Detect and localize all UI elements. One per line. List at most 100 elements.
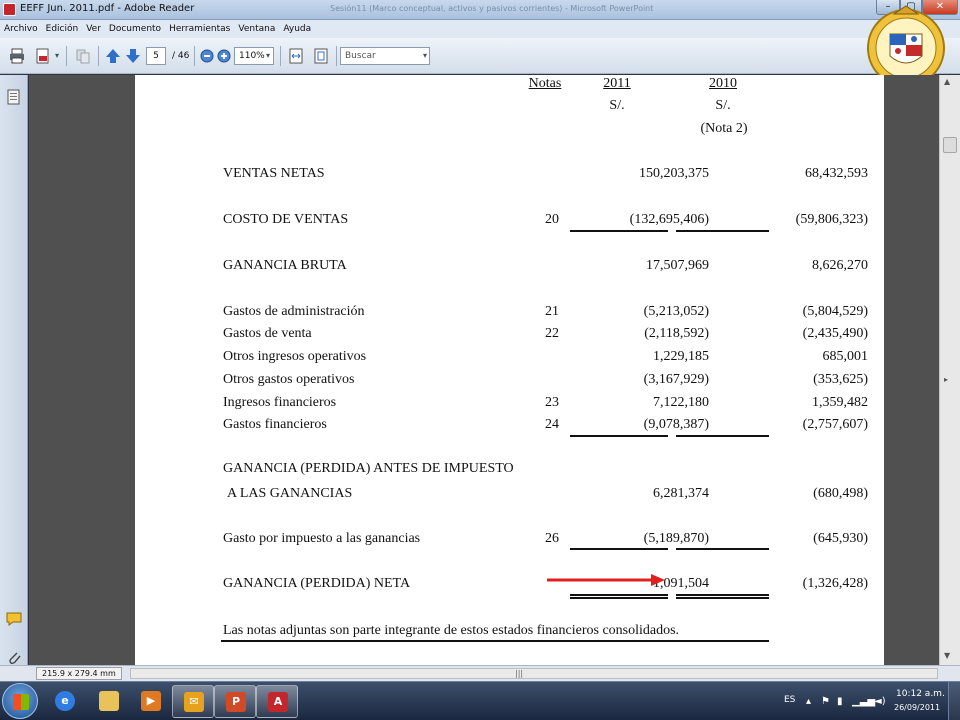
scroll-up-icon[interactable]: ▲ (944, 77, 950, 86)
scroll-down-icon[interactable]: ▼ (944, 651, 950, 660)
media-player-icon: ▶ (141, 691, 161, 711)
volume-icon[interactable]: ◄) (874, 696, 886, 707)
row-label: Ingresos financieros (223, 395, 337, 410)
action-center-flag-icon[interactable]: ⚑ (821, 696, 830, 707)
next-page-icon[interactable] (124, 47, 142, 65)
menu-documento[interactable]: Documento (109, 24, 161, 34)
row-label: VENTAS NETAS (223, 166, 325, 181)
footnote: Las notas adjuntas son parte integrante … (223, 623, 680, 638)
adobe-reader-taskbar-icon: A (268, 692, 288, 712)
toolbar: ▾ 5 / 46 110% ▾ Buscar ▾ (0, 38, 960, 74)
row-value-2010: (2,757,607) (802, 417, 868, 432)
row-value-2011: 7,122,180 (653, 395, 709, 410)
clock-date[interactable]: 26/09/2011 (894, 703, 940, 712)
menu-herramientas[interactable]: Herramientas (169, 24, 230, 34)
language-indicator[interactable]: ES (784, 695, 795, 705)
row-note: 23 (545, 395, 559, 410)
row-value-2011: 1,229,185 (653, 349, 709, 364)
header-notas: Notas (528, 76, 562, 91)
previous-page-icon[interactable] (104, 47, 122, 65)
row-value-2010: 68,432,593 (805, 166, 868, 181)
menu-bar: Archivo Edición Ver Documento Herramient… (0, 20, 960, 38)
row-value-2010: (680,498) (813, 486, 868, 501)
clock-time[interactable]: 10:12 a.m. (896, 689, 945, 699)
row-note: 26 (545, 531, 559, 546)
row-label: Gasto por impuesto a las ganancias (223, 531, 421, 546)
row-value-2011: 6,281,374 (653, 486, 709, 501)
comments-icon[interactable] (6, 611, 22, 629)
taskbar-outlook[interactable]: ✉ (172, 685, 214, 718)
total-double-rule (570, 594, 668, 599)
menu-ventana[interactable]: Ventana (238, 24, 275, 34)
battery-icon[interactable]: ▮ (837, 696, 843, 707)
header-2011: 2011 (603, 76, 631, 91)
print-icon[interactable] (8, 47, 26, 65)
menu-ver[interactable]: Ver (86, 24, 101, 34)
row-value-2010: (353,625) (813, 372, 868, 387)
pages-panel-icon[interactable] (6, 89, 22, 107)
row-value-2011: 17,507,969 (646, 258, 709, 273)
zoom-out-icon[interactable] (198, 47, 216, 65)
row-value-2011: (5,189,870) (643, 531, 709, 546)
document-view[interactable]: Notas 2011 2010 S/. S/. (Nota 2) VENTAS … (29, 75, 939, 665)
menu-ayuda[interactable]: Ayuda (283, 24, 311, 34)
taskbar-media-player[interactable]: ▶ (130, 685, 172, 718)
start-button[interactable] (2, 683, 38, 719)
header-currency-2011: S/. (609, 98, 625, 113)
page-size-readout: 215.9 x 279.4 mm (36, 667, 122, 680)
row-value-2011: (3,167,929) (643, 372, 709, 387)
row-value-2010: (645,930) (813, 531, 868, 546)
row-value-2010: (1,326,428) (802, 576, 868, 591)
network-signal-icon[interactable]: ▁▃▅ (852, 696, 875, 707)
menu-edicion[interactable]: Edición (46, 24, 79, 34)
row-note: 21 (545, 304, 559, 319)
page-number-input[interactable]: 5 (146, 47, 166, 65)
horizontal-scrollbar[interactable]: ||| (130, 668, 938, 679)
search-chevron-down-icon[interactable]: ▾ (420, 47, 430, 65)
taskbar-internet-explorer[interactable]: e (44, 685, 86, 718)
background-window-title: Sesión11 (Marco conceptual, activos y pa… (330, 4, 654, 13)
show-hidden-icons-icon[interactable]: ▴ (806, 696, 811, 707)
internet-explorer-icon: e (55, 691, 75, 711)
row-value-2011: (9,078,387) (643, 417, 709, 432)
row-value-2011: (132,695,406) (629, 212, 709, 227)
red-arrow-annotation (547, 574, 665, 586)
subtotal-rule (570, 230, 668, 232)
pdf-page: Notas 2011 2010 S/. S/. (Nota 2) VENTAS … (135, 75, 884, 665)
row-value-2010: (5,804,529) (802, 304, 868, 319)
row-note: 22 (545, 326, 559, 341)
zoom-chevron-down-icon[interactable]: ▾ (264, 47, 272, 65)
row-note: 20 (545, 212, 559, 227)
row-label: Otros ingresos operativos (223, 349, 367, 364)
taskbar-adobe-reader[interactable]: A (256, 685, 298, 718)
row-label: Gastos de venta (223, 326, 312, 341)
share-icon[interactable] (74, 47, 92, 65)
folder-icon (99, 691, 119, 711)
row-label: GANANCIA (PERDIDA) ANTES DE IMPUESTO (223, 461, 514, 476)
row-label: Gastos de administración (223, 304, 365, 319)
search-input[interactable]: Buscar (340, 47, 430, 65)
status-bar: 215.9 x 279.4 mm ||| (0, 665, 960, 681)
row-value-2011: 150,203,375 (639, 166, 709, 181)
header-2010: 2010 (709, 76, 737, 91)
header-currency-2010: S/. (715, 98, 731, 113)
create-pdf-icon[interactable] (34, 47, 52, 65)
taskbar-file-explorer[interactable] (88, 685, 130, 718)
zoom-in-icon[interactable] (215, 47, 233, 65)
show-desktop-button[interactable] (948, 682, 960, 720)
scroll-grip-icon[interactable]: ||| (515, 669, 523, 679)
chevron-down-icon[interactable]: ▾ (53, 47, 61, 65)
vertical-scrollbar[interactable]: ▲ ▸ ▼ (939, 75, 960, 665)
row-value-2010: 1,359,482 (812, 395, 868, 410)
fit-width-icon[interactable] (287, 47, 305, 65)
subtotal-rule (570, 435, 668, 437)
footnote-rule (221, 640, 769, 642)
fit-page-icon[interactable] (312, 47, 330, 65)
row-value-2010: (2,435,490) (802, 326, 868, 341)
menu-archivo[interactable]: Archivo (4, 24, 38, 34)
adobe-reader-icon (3, 3, 16, 16)
scrollbar-thumb[interactable] (943, 137, 957, 153)
window-title: EEFF Jun. 2011.pdf - Adobe Reader (20, 3, 195, 14)
subtotal-rule (676, 230, 769, 232)
taskbar-powerpoint[interactable]: P (214, 685, 256, 718)
